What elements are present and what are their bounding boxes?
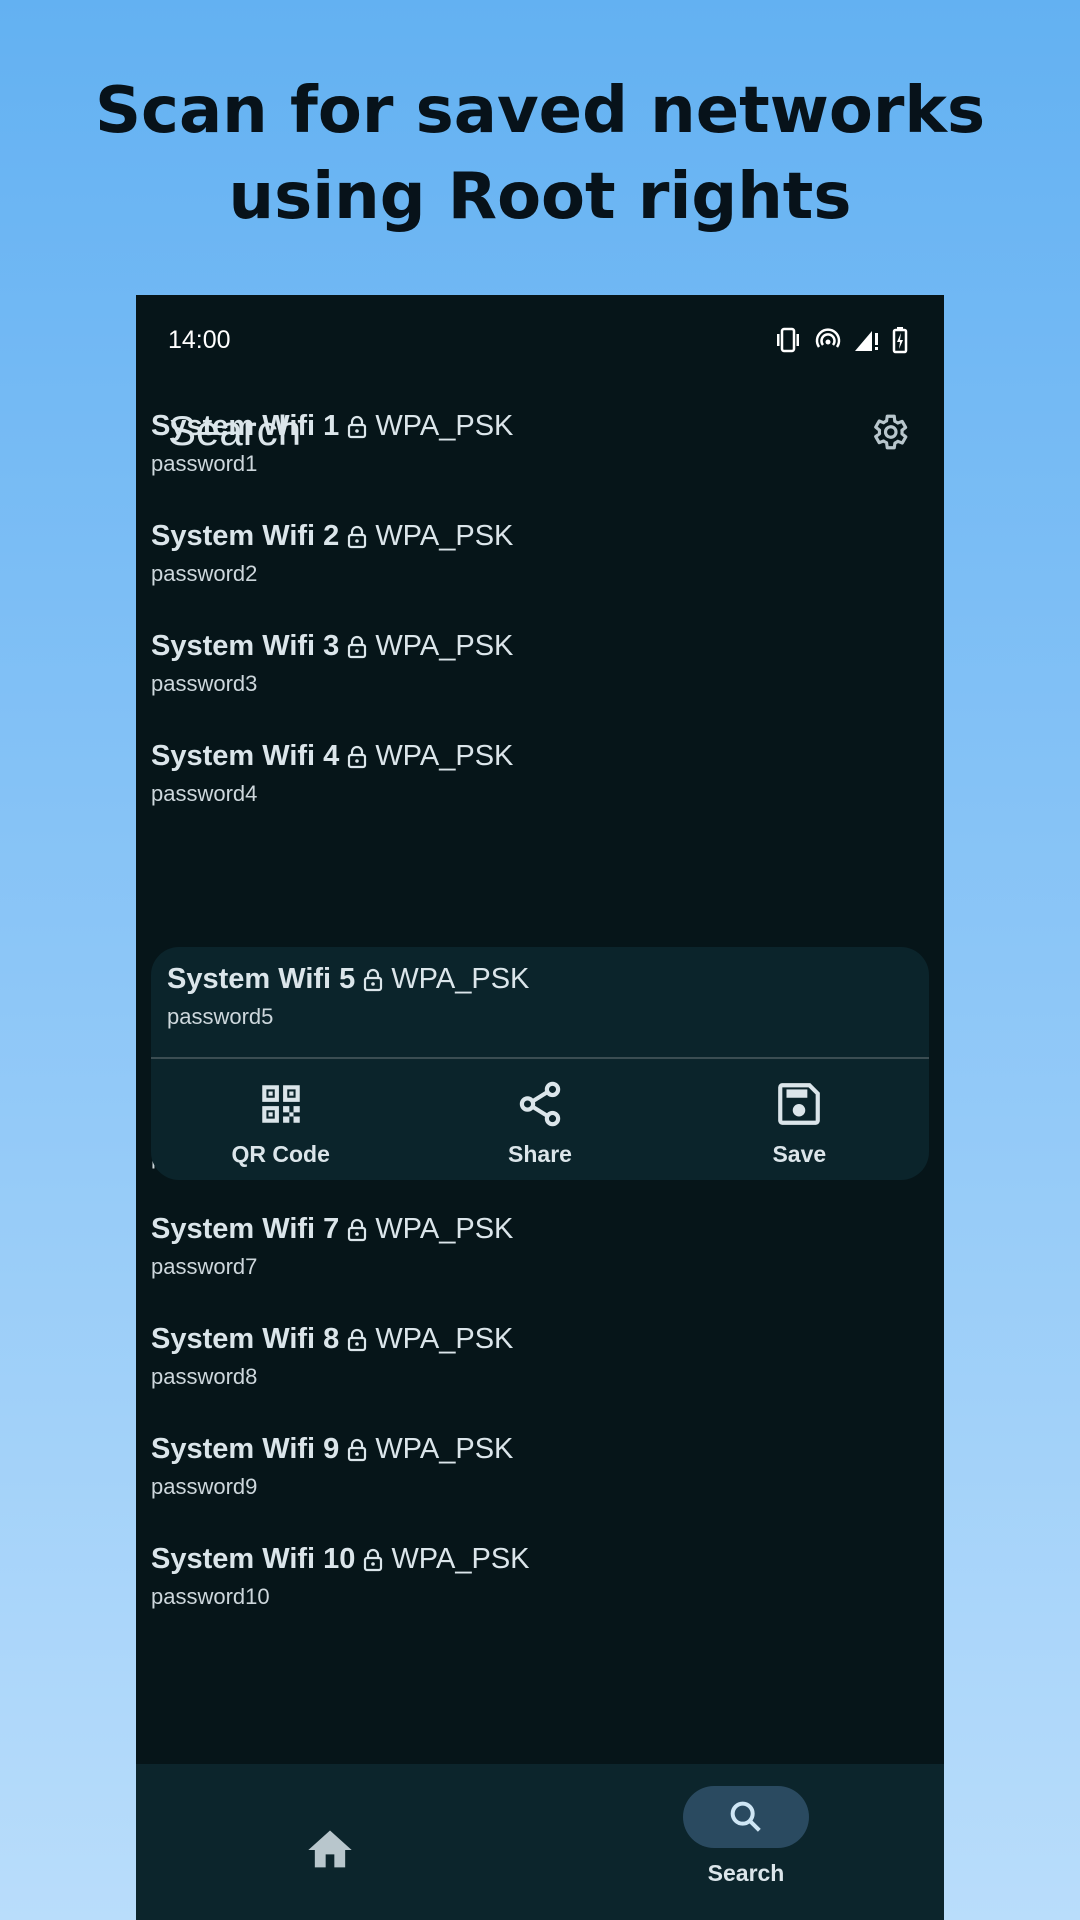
list-item[interactable]: System Wifi 5 WPA_PSK password5 — [167, 963, 529, 1053]
list-item[interactable]: System Wifi 9 WPA_PSK password9 — [151, 1433, 513, 1523]
save-button[interactable]: Save — [670, 1059, 929, 1180]
nav-search-button[interactable] — [683, 1786, 809, 1848]
status-bar: 14:00 — [168, 325, 908, 355]
headline: Scan for saved networks using Root right… — [0, 68, 1080, 240]
search-icon — [730, 1801, 761, 1832]
network-password: password10 — [151, 1584, 270, 1609]
headline-line1: Scan for saved networks — [94, 74, 986, 148]
list-item[interactable]: System Wifi 10 WPA_PSK password10 — [151, 1543, 530, 1633]
list-item[interactable]: System Wifi 7 WPA_PSK password7 — [151, 1213, 513, 1303]
network-security: WPA_PSK — [391, 963, 530, 995]
lock-icon — [348, 1218, 367, 1241]
lock-icon — [348, 745, 367, 768]
nav-search-label: Search — [707, 1860, 785, 1886]
vibrate-icon — [777, 327, 799, 353]
network-password: password1 — [151, 451, 258, 476]
network-security: WPA_PSK — [391, 1543, 530, 1575]
list-item[interactable]: System Wifi 2 WPA_PSK password2 — [151, 520, 513, 610]
list-item[interactable]: System Wifi 8 WPA_PSK password8 — [151, 1323, 513, 1413]
signal-icon — [855, 331, 878, 351]
lock-icon — [348, 415, 367, 438]
network-security: WPA_PSK — [375, 520, 514, 552]
network-name: System Wifi 9 — [151, 1433, 340, 1465]
list-item[interactable]: System Wifi 4 WPA_PSK password4 — [151, 740, 513, 830]
network-name: System Wifi 2 — [151, 520, 340, 552]
phone-screen: 14:00 Search System Wifi 1 WPA_PSK passwor… — [136, 295, 944, 1920]
network-security: WPA_PSK — [375, 740, 514, 772]
network-name: System Wifi 5 — [167, 963, 356, 995]
bottom-navigation: Search — [136, 1764, 944, 1920]
qr-code-icon — [261, 1085, 300, 1123]
network-security: WPA_PSK — [375, 410, 514, 442]
network-password: password3 — [151, 671, 258, 696]
network-name: System Wifi 10 — [151, 1543, 356, 1575]
network-name: System Wifi 4 — [151, 740, 340, 772]
share-button[interactable]: Share — [410, 1059, 669, 1180]
network-name: System Wifi 8 — [151, 1323, 340, 1355]
status-time: 14:00 — [168, 325, 231, 354]
network-password: password9 — [151, 1474, 258, 1499]
network-password: password7 — [151, 1254, 258, 1279]
network-security: WPA_PSK — [375, 630, 514, 662]
list-item[interactable]: System Wifi 3 WPA_PSK password3 — [151, 630, 513, 720]
network-security: WPA_PSK — [375, 1433, 514, 1465]
headline-line2: using Root rights — [228, 160, 852, 234]
network-name: System Wifi 1 — [151, 410, 340, 442]
list-item[interactable]: System Wifi 1 WPA_PSK password1 — [151, 410, 513, 500]
share-icon — [519, 1081, 561, 1127]
qr-code-label: QR Code — [231, 1141, 330, 1167]
battery-charging-icon — [892, 327, 908, 354]
network-password: password2 — [151, 561, 258, 586]
save-label: Save — [772, 1141, 827, 1167]
lock-icon — [348, 525, 367, 548]
lock-icon — [364, 1548, 383, 1571]
lock-icon — [348, 635, 367, 658]
network-password: password4 — [151, 781, 258, 806]
save-icon — [778, 1083, 821, 1125]
network-name: System Wifi 3 — [151, 630, 340, 662]
gear-icon[interactable] — [868, 411, 910, 453]
hotspot-icon — [815, 328, 841, 348]
lock-icon — [348, 1438, 367, 1461]
home-icon[interactable] — [304, 1824, 356, 1876]
qr-code-button[interactable]: QR Code — [151, 1059, 410, 1180]
lock-icon — [348, 1328, 367, 1351]
share-label: Share — [508, 1141, 572, 1167]
network-security: WPA_PSK — [375, 1213, 514, 1245]
network-password: password5 — [167, 1004, 274, 1029]
expanded-network-card[interactable]: System Wifi 5 WPA_PSK password5 QR Code … — [151, 947, 929, 1180]
network-security: WPA_PSK — [375, 1323, 514, 1355]
lock-icon — [364, 968, 383, 991]
network-name: System Wifi 7 — [151, 1213, 340, 1245]
network-password: password8 — [151, 1364, 258, 1389]
